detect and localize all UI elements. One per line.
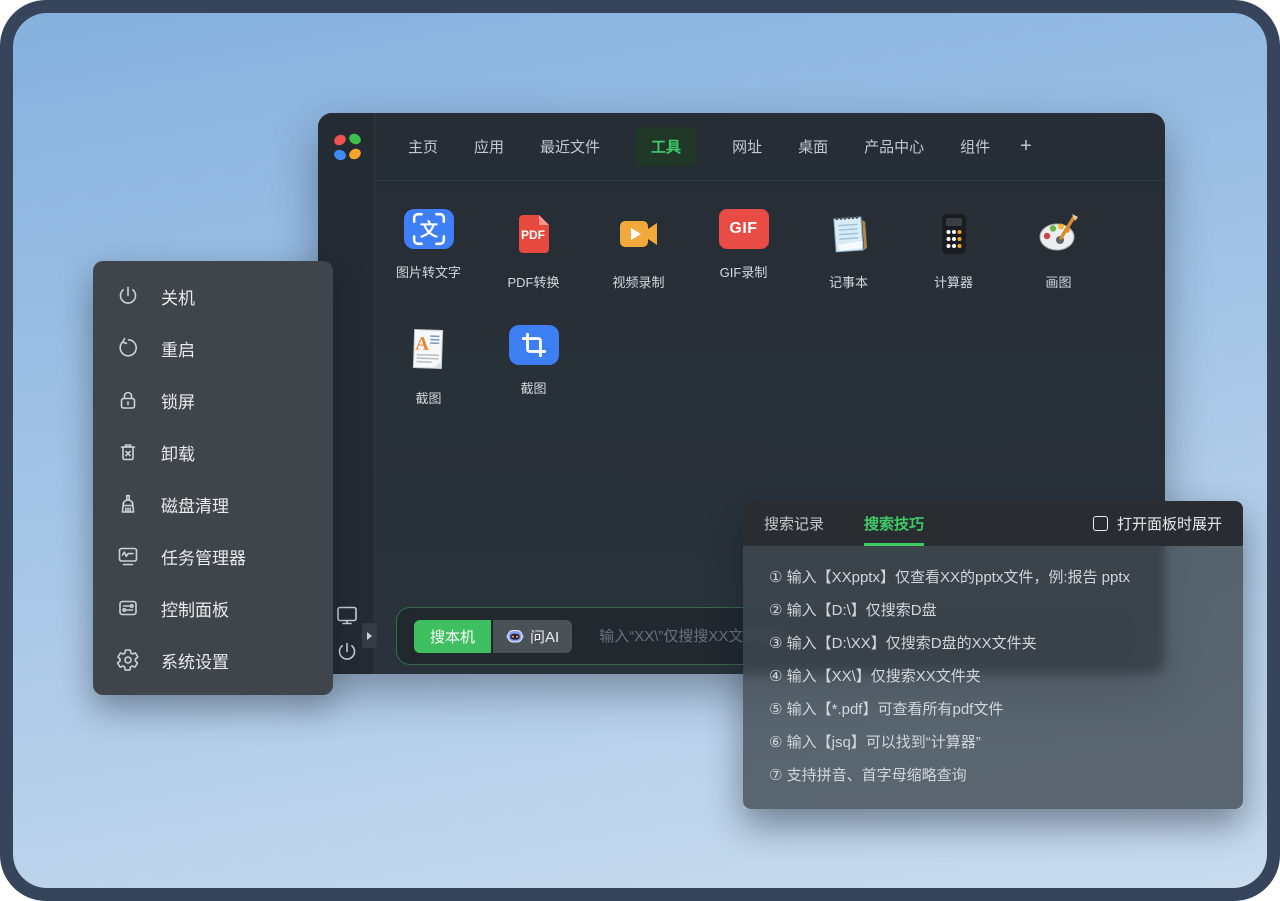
lock-icon [116,388,140,412]
search-local-button[interactable]: 搜本机 [414,620,491,653]
menu-item-label: 任务管理器 [161,544,246,569]
menu-item-control-panel[interactable]: 控制面板 [93,582,333,634]
tab-search-tips[interactable]: 搜索技巧 [864,501,924,546]
tab-urls[interactable]: 网址 [732,136,762,157]
svg-text:A: A [414,334,429,355]
tab-recent-files[interactable]: 最近文件 [540,136,600,157]
tool-screenshot-doc[interactable]: A 截图 [376,317,481,397]
logo-petal-green [347,132,362,146]
tip-item: ① 输入【XXpptx】仅查看XX的pptx文件，例:报告 pptx [769,561,1217,594]
app-logo-icon[interactable] [334,134,361,160]
notepad-icon [824,209,874,259]
menu-item-label: 重启 [161,336,195,361]
tip-item: ③ 输入【D:\XX】仅搜索D盘的XX文件夹 [769,627,1217,660]
tool-label: GIF录制 [720,262,768,281]
gif-record-icon: GIF [719,209,769,249]
gif-badge-text: GIF [729,220,757,238]
logo-petal-orange [347,147,362,161]
expand-on-open-option[interactable]: 打开面板时展开 [1093,513,1222,534]
pdf-icon: PDF [509,209,559,259]
tab-bar: 主页 应用 最近文件 工具 网址 桌面 产品中心 组件 + [375,113,1165,181]
tips-panel-header: 搜索记录 搜索技巧 打开面板时展开 [743,501,1243,546]
menu-item-label: 磁盘清理 [161,492,229,517]
tip-item: ⑦ 支持拼音、首字母缩略查询 [769,759,1217,792]
power-menu: 关机 重启 锁屏 卸载 [93,261,333,695]
tool-label: 截图 [520,378,546,397]
search-tips-panel: 搜索记录 搜索技巧 打开面板时展开 ① 输入【XXpptx】仅查看XX的pptx… [743,501,1243,809]
tool-label: 视频录制 [612,272,664,291]
flyout-expand-button[interactable] [362,623,377,648]
settings-gear-icon [116,648,140,672]
robot-icon [506,627,524,645]
tip-item: ⑤ 输入【*.pdf】可查看所有pdf文件 [769,693,1217,726]
menu-item-label: 控制面板 [161,596,229,621]
tab-apps[interactable]: 应用 [474,136,504,157]
add-tab-button[interactable]: + [1020,135,1032,158]
tool-label: 计算器 [934,272,973,291]
tool-pdf-convert[interactable]: PDF PDF转换 [481,201,586,281]
tool-paint[interactable]: 画图 [1006,201,1111,281]
tool-video-record[interactable]: 视频录制 [586,201,691,281]
menu-item-disk-cleanup[interactable]: 磁盘清理 [93,478,333,530]
monitor-icon[interactable] [335,603,359,627]
logo-petal-red [332,133,347,147]
ask-ai-label: 问AI [530,626,559,647]
power-icon[interactable] [335,640,359,664]
checkbox-label: 打开面板时展开 [1117,513,1222,534]
video-record-icon [614,209,664,259]
chevron-right-icon [367,632,372,640]
tool-notepad[interactable]: 记事本 [796,201,901,281]
tool-screenshot-crop[interactable]: 截图 [481,317,586,397]
document-screenshot-icon: A [404,325,454,375]
menu-item-label: 系统设置 [161,648,229,673]
menu-item-system-settings[interactable]: 系统设置 [93,634,333,686]
menu-item-label: 关机 [161,284,195,309]
menu-item-label: 锁屏 [161,388,195,413]
menu-item-restart[interactable]: 重启 [93,322,333,374]
logo-petal-blue [333,148,348,162]
expand-on-open-checkbox[interactable] [1093,516,1108,531]
tip-item: ④ 输入【XX\】仅搜索XX文件夹 [769,660,1217,693]
ocr-icon: 文 [404,209,454,249]
tool-calculator[interactable]: 计算器 [901,201,1006,281]
menu-item-shutdown[interactable]: 关机 [93,270,333,322]
tip-item: ② 输入【D:\】仅搜索D盘 [769,594,1217,627]
tool-ocr[interactable]: 文 图片转文字 [376,201,481,281]
tab-desktop[interactable]: 桌面 [798,136,828,157]
tool-label: 画图 [1045,272,1071,291]
tool-label: 图片转文字 [396,262,461,281]
tool-grid: 文 图片转文字 PDF PDF转换 [376,201,1111,397]
tab-search-history[interactable]: 搜索记录 [764,501,824,546]
restart-icon [116,336,140,360]
tab-home[interactable]: 主页 [408,136,438,157]
task-manager-icon [116,544,140,568]
tool-label: 记事本 [829,272,868,291]
ask-ai-button[interactable]: 问AI [493,620,572,653]
tip-item: ⑥ 输入【jsq】可以找到“计算器” [769,726,1217,759]
desktop: 主页 应用 最近文件 工具 网址 桌面 产品中心 组件 + 文 [13,13,1267,888]
svg-text:文: 文 [420,219,439,240]
screenshot-frame: 主页 应用 最近文件 工具 网址 桌面 产品中心 组件 + 文 [0,0,1280,901]
menu-item-task-manager[interactable]: 任务管理器 [93,530,333,582]
calculator-icon [929,209,979,259]
tab-product-center[interactable]: 产品中心 [864,136,924,157]
menu-item-uninstall[interactable]: 卸载 [93,426,333,478]
power-icon [116,284,140,308]
disk-clean-icon [116,492,140,516]
tool-label: PDF转换 [507,272,559,291]
uninstall-icon [116,440,140,464]
control-panel-icon [116,596,140,620]
tips-list: ① 输入【XXpptx】仅查看XX的pptx文件，例:报告 pptx ② 输入【… [743,546,1243,809]
paint-icon [1034,209,1084,259]
svg-text:PDF: PDF [521,228,545,242]
crop-icon [509,325,559,365]
tool-gif-record[interactable]: GIF GIF录制 [691,201,796,281]
tab-tools[interactable]: 工具 [636,127,696,166]
tool-label: 截图 [415,388,441,407]
tab-widgets[interactable]: 组件 [960,136,990,157]
menu-item-lock-screen[interactable]: 锁屏 [93,374,333,426]
menu-item-label: 卸载 [161,440,195,465]
